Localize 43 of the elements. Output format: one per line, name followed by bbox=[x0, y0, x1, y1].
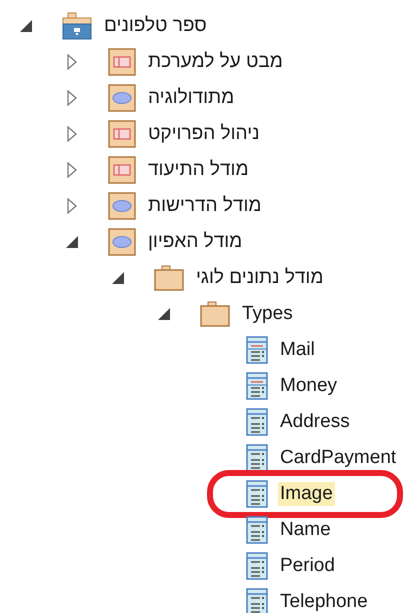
class-icon bbox=[246, 444, 268, 472]
expanded-triangle-icon[interactable] bbox=[19, 19, 33, 33]
collapsed-triangle-icon[interactable] bbox=[67, 162, 77, 178]
collapsed-triangle-icon[interactable] bbox=[67, 54, 77, 70]
class-icon bbox=[246, 480, 268, 508]
expanded-triangle-icon[interactable] bbox=[111, 271, 125, 285]
expanded-triangle-icon[interactable] bbox=[157, 307, 171, 321]
class-icon bbox=[246, 372, 268, 400]
expanded-triangle-icon[interactable] bbox=[65, 235, 79, 249]
class-icon bbox=[246, 552, 268, 580]
collapsed-triangle-icon[interactable] bbox=[67, 90, 77, 106]
diagram-icon bbox=[108, 156, 136, 184]
tree-item[interactable]: Mail bbox=[278, 338, 317, 362]
tree-item[interactable]: מודל האפיון bbox=[146, 230, 244, 254]
tree-item[interactable]: Money bbox=[278, 374, 340, 398]
folder-icon bbox=[154, 265, 184, 291]
tree-item[interactable]: Name bbox=[278, 518, 333, 542]
package-icon bbox=[62, 12, 92, 40]
tree-item[interactable]: Types bbox=[240, 302, 295, 326]
tree-item[interactable]: ספר טלפונים bbox=[102, 14, 209, 38]
folder-icon bbox=[200, 301, 230, 327]
tree-item[interactable]: מודל התיעוד bbox=[146, 158, 250, 182]
tree-item[interactable]: Period bbox=[278, 554, 337, 578]
tree-item[interactable]: Telephone bbox=[278, 590, 370, 613]
diagram-icon bbox=[108, 84, 136, 112]
class-icon bbox=[246, 588, 268, 613]
class-icon bbox=[246, 336, 268, 364]
class-icon bbox=[246, 408, 268, 436]
tree-item[interactable]: Image bbox=[278, 482, 335, 506]
tree-item[interactable]: מתודולוגיה bbox=[146, 86, 236, 110]
tree-item[interactable]: Address bbox=[278, 410, 352, 434]
tree-item[interactable]: מודל נתונים לוגי bbox=[194, 266, 326, 290]
tree-item[interactable]: מבט על למערכת bbox=[146, 50, 285, 74]
tree-item[interactable]: מודל הדרישות bbox=[146, 194, 264, 218]
diagram-icon bbox=[108, 48, 136, 76]
diagram-icon bbox=[108, 120, 136, 148]
diagram-icon bbox=[108, 228, 136, 256]
collapsed-triangle-icon[interactable] bbox=[67, 198, 77, 214]
tree-item[interactable]: CardPayment bbox=[278, 446, 398, 470]
diagram-icon bbox=[108, 192, 136, 220]
tree-item[interactable]: ניהול הפרויקט bbox=[146, 122, 262, 146]
collapsed-triangle-icon[interactable] bbox=[67, 126, 77, 142]
class-icon bbox=[246, 516, 268, 544]
